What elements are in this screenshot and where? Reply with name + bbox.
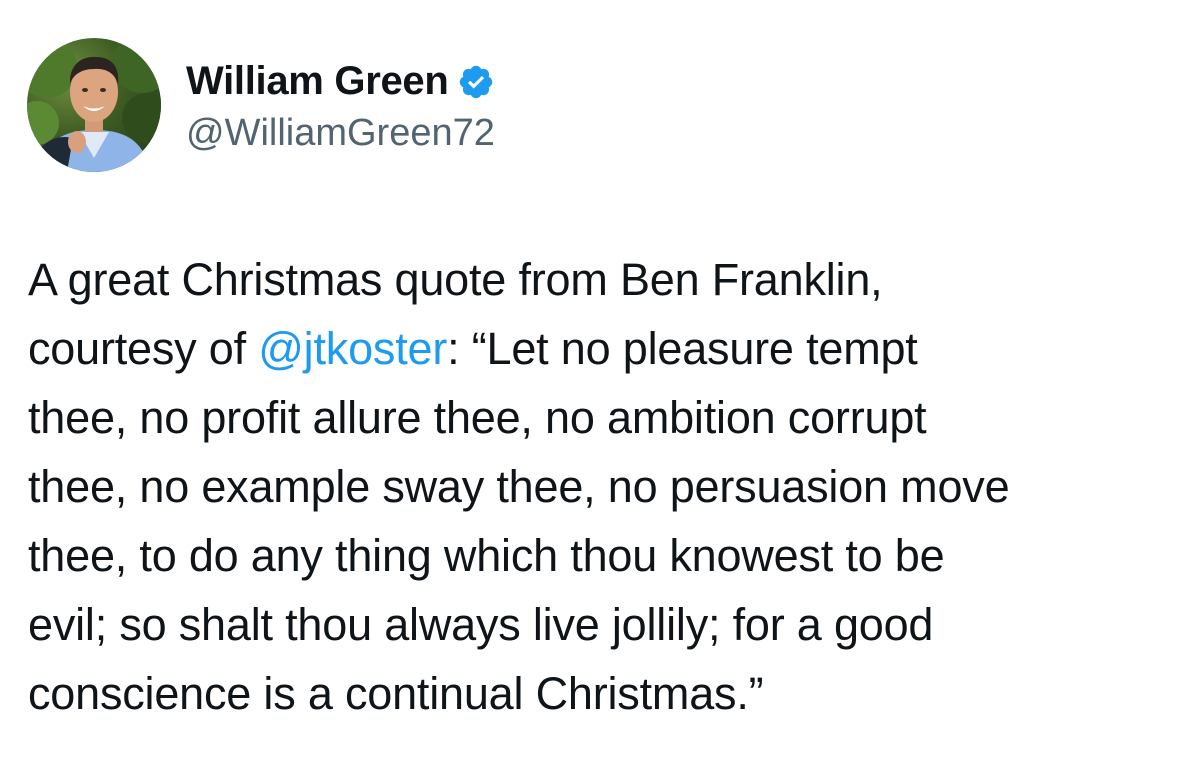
- tweet-line: A great Christmas quote from Ben Frankli…: [28, 254, 883, 305]
- tweet-line: thee, to do any thing which thou knowest…: [28, 530, 945, 581]
- tweet-text-segment: : “Let no pleasure tempt: [447, 323, 918, 374]
- tweet-header: William Green @WilliamGreen72: [27, 38, 495, 172]
- tweet-line: conscience is a continual Christmas.”: [28, 668, 764, 719]
- tweet-line: thee, no example sway thee, no persuasio…: [28, 461, 1010, 512]
- tweet-text: A great Christmas quote from Ben Frankli…: [28, 245, 1158, 728]
- tweet-line: thee, no profit allure thee, no ambition…: [28, 392, 927, 443]
- tweet-card: William Green @WilliamGreen72 A great Ch…: [0, 0, 1179, 769]
- tweet-line: evil; so shalt thou always live jollily;…: [28, 599, 934, 650]
- author-names: William Green @WilliamGreen72: [186, 56, 495, 155]
- avatar[interactable]: [27, 38, 161, 172]
- author-handle[interactable]: @WilliamGreen72: [186, 112, 495, 155]
- tweet-text-segment: courtesy of: [28, 323, 259, 374]
- verified-badge-icon[interactable]: [457, 63, 495, 101]
- name-row: William Green: [186, 56, 495, 108]
- mention-link[interactable]: @jtkoster: [258, 323, 447, 374]
- tweet-line: courtesy of @jtkoster: “Let no pleasure …: [28, 314, 1158, 383]
- display-name[interactable]: William Green: [186, 59, 449, 104]
